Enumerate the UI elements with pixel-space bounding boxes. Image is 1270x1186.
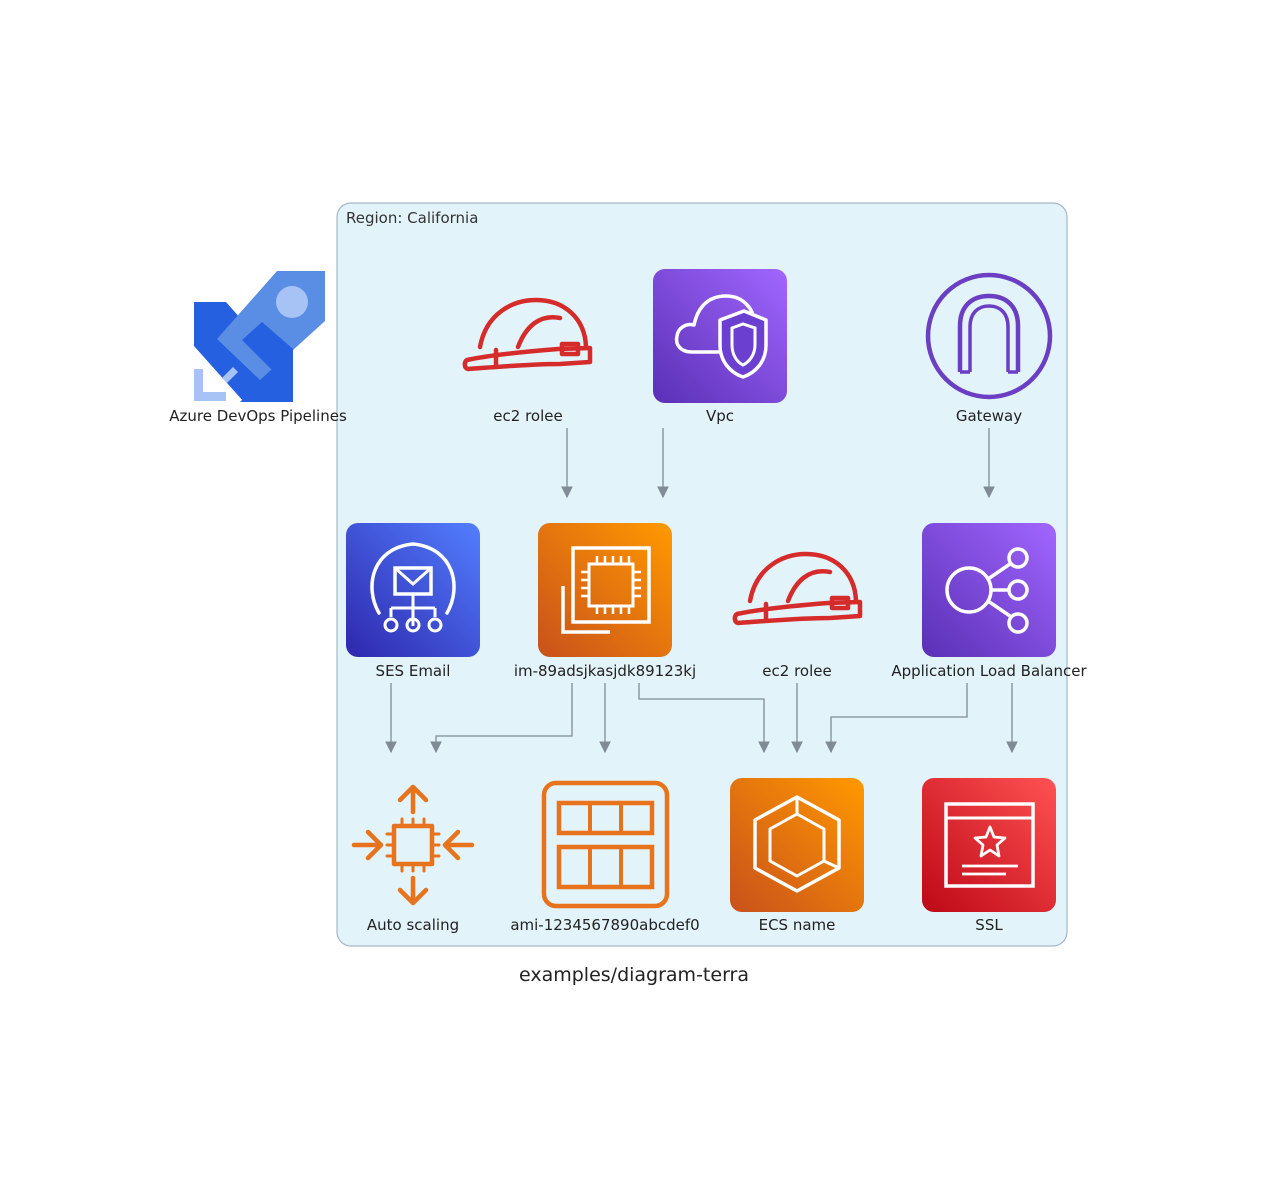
node-label: SES Email [376,662,451,680]
node-label: Auto scaling [367,916,459,934]
node-label: ec2 rolee [493,407,562,425]
node-label: ami-1234567890abcdef0 [510,916,699,934]
node-label: Application Load Balancer [891,662,1087,680]
node-label: Vpc [706,407,734,425]
ecs-hexagon-icon [730,778,864,912]
load-balancer-icon [922,523,1056,657]
node-ecs[interactable]: ECS name [730,778,864,934]
node-label: SSL [975,916,1003,934]
node-ses-email[interactable]: SES Email [346,523,480,680]
node-label: Azure DevOps Pipelines [169,407,347,425]
region-label: Region: California [346,209,478,227]
node-vpc[interactable]: Vpc [653,269,787,425]
node-ssl[interactable]: SSL [922,778,1056,934]
node-label: ECS name [759,916,836,934]
certificate-star-icon [922,778,1056,912]
vpc-cloud-shield-icon [653,269,787,403]
node-label: Gateway [956,407,1022,425]
node-label: ec2 rolee [762,662,831,680]
ses-email-icon [346,523,480,657]
ec2-chip-icon [538,523,672,657]
diagram-caption: examples/diagram-terra [519,964,749,986]
azure-pipelines-icon [194,271,325,402]
node-label: im-89adsjkasjdk89123kj [514,662,696,680]
node-azure-devops-pipelines[interactable]: Azure DevOps Pipelines [169,271,347,425]
architecture-diagram: Region: California Azure DevOps Pipeline… [169,202,1087,986]
